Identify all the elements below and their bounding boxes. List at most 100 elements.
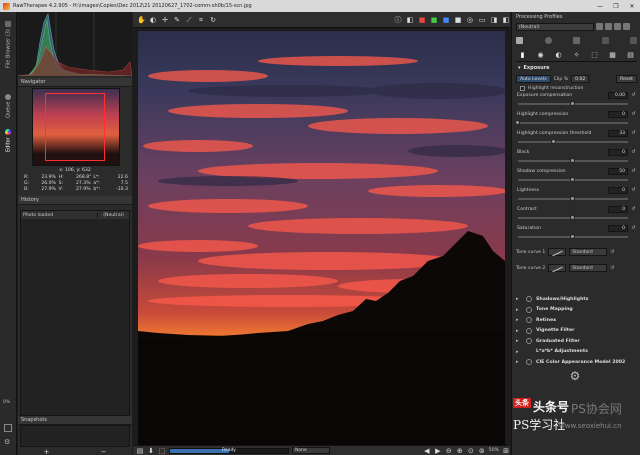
info-icon[interactable]: ⓘ	[394, 16, 402, 24]
power-toggle-icon[interactable]	[526, 317, 532, 324]
highlight-reconstruction-row[interactable]: Highlight reconstruction	[516, 84, 637, 92]
tool-graduated-filter[interactable]: ▸ Graduated Filter	[516, 336, 637, 347]
focus-mask-icon[interactable]: ◎	[466, 16, 474, 24]
exposure-section-title[interactable]: ▾ Exposure	[516, 64, 637, 72]
luminance-icon[interactable]: ■	[454, 16, 462, 24]
slider-handle[interactable]	[570, 234, 575, 239]
advanced-tab-icon[interactable]: ✧	[572, 51, 581, 60]
image-canvas[interactable]	[138, 31, 505, 445]
profile-select[interactable]: (Neutral)	[516, 22, 594, 31]
reset-slider-icon[interactable]: ↺	[630, 130, 637, 137]
tool-lab-adjustments[interactable]: ▸ L*a*b* Adjustments	[516, 347, 637, 358]
slider-handle[interactable]	[570, 177, 575, 182]
exposure-tab-icon[interactable]: ▮	[518, 51, 527, 60]
redo-icon[interactable]	[573, 36, 580, 44]
navigator-preview[interactable]	[32, 88, 120, 166]
close-button[interactable]: ✕	[624, 0, 640, 12]
queue-add-icon[interactable]: ⬚	[158, 447, 166, 455]
tool-retinex[interactable]: ▸ Retinex	[516, 315, 637, 326]
zoom-in-icon[interactable]: ⊕	[456, 447, 464, 455]
slider-value-input[interactable]: 0	[608, 225, 628, 232]
color-picker-icon[interactable]: ✎	[173, 16, 181, 24]
white-balance-icon[interactable]: ◐	[149, 16, 157, 24]
tab-editor[interactable]: Editor	[3, 122, 14, 152]
preferences-gear-icon[interactable]: ⚙	[568, 369, 582, 383]
remove-snapshot-button[interactable]: −	[101, 448, 107, 455]
maximize-button[interactable]: ❐	[608, 0, 624, 12]
crop-icon[interactable]: ⌗	[197, 16, 205, 24]
tone-curve-1-mode-select[interactable]: Standard	[569, 248, 608, 256]
blue-channel-icon[interactable]: ■	[442, 16, 450, 24]
add-snapshot-button[interactable]: +	[44, 448, 50, 455]
zoom-100-icon[interactable]: ⊚	[478, 447, 486, 455]
tab-file-browser[interactable]: File Browser (3)	[3, 16, 14, 68]
auto-levels-button[interactable]: Auto Levels	[516, 75, 551, 83]
green-channel-icon[interactable]: ■	[430, 16, 438, 24]
reset-slider-icon[interactable]: ↺	[630, 168, 637, 175]
zoom-out-icon[interactable]: ⊖	[445, 447, 453, 455]
detail-window-icon[interactable]: ⊞	[502, 447, 510, 455]
history-row[interactable]: Photo loaded (Neutral)	[21, 211, 129, 219]
details-tab-icon[interactable]: ◉	[536, 51, 545, 60]
undo-icon[interactable]	[544, 36, 552, 44]
reset-button[interactable]: Reset	[616, 75, 637, 83]
slider-value-input[interactable]: 0	[608, 111, 628, 118]
filmstrip-icon[interactable]: ▤	[136, 447, 144, 455]
slider-value-input[interactable]: 0	[608, 206, 628, 213]
gear-icon[interactable]: ⚙	[4, 438, 12, 446]
power-toggle-icon[interactable]	[526, 327, 532, 334]
metadata-tab-icon[interactable]: ▤	[626, 51, 635, 60]
pin-icon[interactable]	[630, 36, 637, 44]
slider-handle[interactable]	[570, 101, 575, 106]
navigator-viewport-frame[interactable]	[45, 93, 105, 161]
rotate-icon[interactable]: ↻	[209, 16, 217, 24]
snapshot-icon[interactable]	[601, 36, 609, 44]
slider-track[interactable]	[518, 122, 628, 124]
minimize-button[interactable]: —	[592, 0, 608, 12]
clip-input[interactable]: 0.02	[571, 75, 590, 83]
slider-value-input[interactable]: 0.00	[608, 92, 628, 99]
red-channel-icon[interactable]: ■	[418, 16, 426, 24]
tone-curve-1-editor[interactable]	[548, 248, 567, 256]
color-tab-icon[interactable]: ◐	[554, 51, 563, 60]
tone-curve-2-mode-select[interactable]: Standard	[569, 264, 608, 272]
tool-ciecam02[interactable]: ▸ CIE Color Appearance Model 2002	[516, 357, 637, 368]
crosshair-icon[interactable]: ✛	[161, 16, 169, 24]
preview-mode-icon[interactable]: ▭	[478, 16, 486, 24]
power-toggle-icon[interactable]	[526, 338, 532, 345]
slider-handle[interactable]	[570, 215, 575, 220]
prev-image-icon[interactable]: ◀	[423, 447, 431, 455]
fullscreen-icon[interactable]	[4, 424, 12, 432]
highlight-reconstruction-checkbox[interactable]	[520, 85, 525, 91]
slider-value-input[interactable]: 0	[608, 187, 628, 194]
paste-profile-icon[interactable]	[623, 23, 630, 30]
reset-curve-2-icon[interactable]: ↺	[610, 265, 614, 271]
slider-handle[interactable]	[515, 120, 520, 125]
tool-tone-mapping[interactable]: ▸ Tone Mapping	[516, 305, 637, 316]
reset-slider-icon[interactable]: ↺	[630, 111, 637, 118]
straighten-icon[interactable]: ⟋	[185, 16, 193, 24]
reset-slider-icon[interactable]: ↺	[630, 206, 637, 213]
reset-curve-1-icon[interactable]: ↺	[610, 249, 614, 255]
transform-tab-icon[interactable]: ⬚	[590, 51, 599, 60]
tab-queue[interactable]: Queue	[3, 88, 14, 118]
tone-curve-2-editor[interactable]	[548, 264, 567, 272]
slider-handle[interactable]	[570, 158, 575, 163]
highlights-clip-icon[interactable]: ◧	[502, 16, 510, 24]
slider-value-input[interactable]: 33	[608, 130, 628, 137]
snapshots-list[interactable]	[20, 425, 130, 447]
reset-slider-icon[interactable]: ↺	[630, 149, 637, 156]
reset-slider-icon[interactable]: ↺	[630, 187, 637, 194]
history-list[interactable]: Photo loaded (Neutral)	[20, 210, 130, 416]
reset-slider-icon[interactable]: ↺	[630, 225, 637, 232]
reset-icon[interactable]	[516, 36, 523, 44]
slider-handle[interactable]	[570, 196, 575, 201]
before-after-icon[interactable]: ◧	[406, 16, 414, 24]
shadows-clip-icon[interactable]: ◨	[490, 16, 498, 24]
zoom-fit-icon[interactable]: ⊙	[467, 447, 475, 455]
slider-handle[interactable]	[551, 139, 557, 144]
tool-vignette-filter[interactable]: ▸ Vignette Filter	[516, 326, 637, 337]
color-management-select[interactable]: None	[292, 447, 330, 454]
raw-tab-icon[interactable]: ▦	[608, 51, 617, 60]
save-profile-icon[interactable]	[605, 23, 612, 30]
